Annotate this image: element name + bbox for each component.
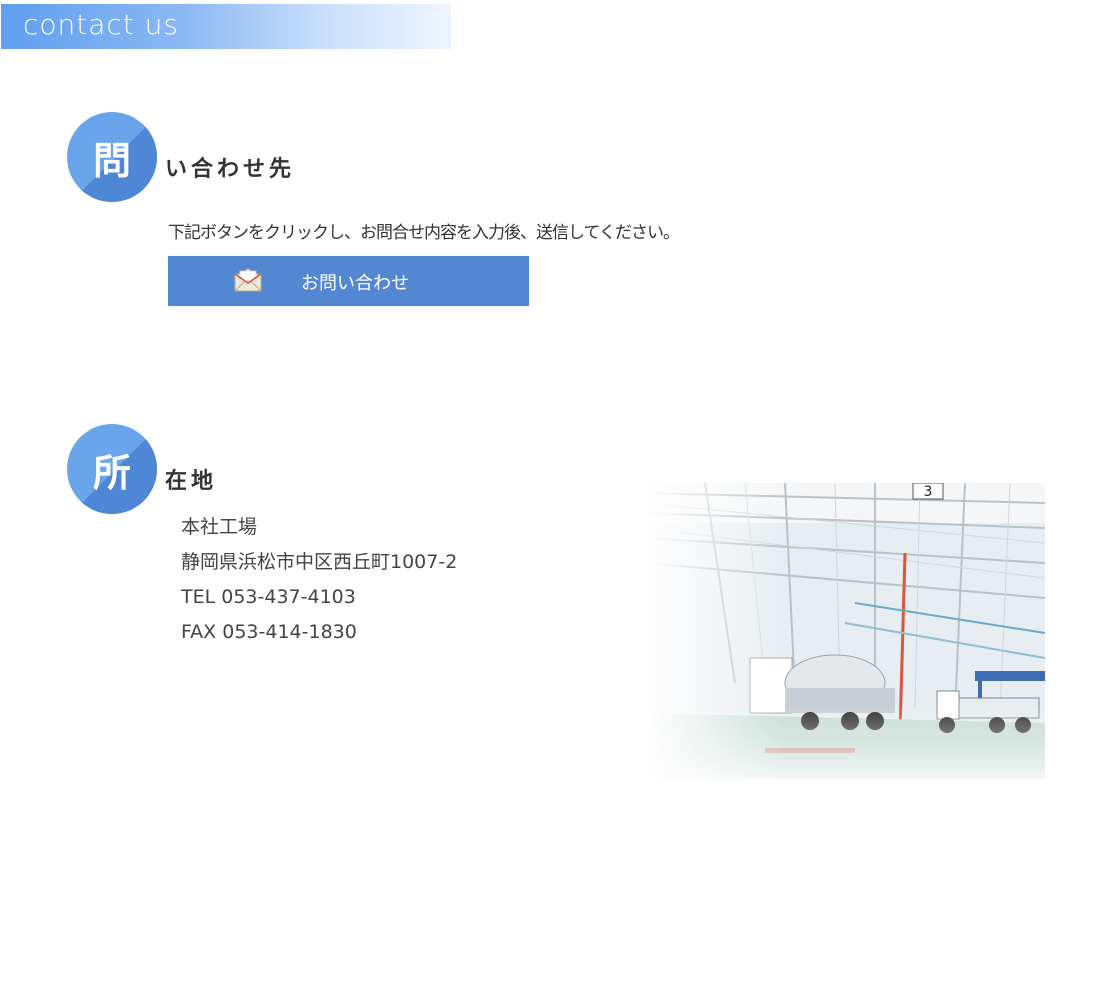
inquiry-instruction: 下記ボタンをクリックし、お問合せ内容を入力後、送信してください。 xyxy=(168,223,680,243)
envelope-icon xyxy=(234,268,262,292)
location-circle-icon: 所 xyxy=(67,424,157,514)
inquiry-icon-char: 問 xyxy=(92,138,131,183)
location-section-title: 在地 xyxy=(165,469,218,494)
inquiry-circle-icon: 問 xyxy=(67,112,157,202)
inquiry-section-title: い合わせ先 xyxy=(165,157,296,182)
contact-button-label: お問い合わせ xyxy=(301,273,409,294)
contact-button[interactable]: お問い合わせ xyxy=(168,256,529,306)
address-fax: FAX 053-414-1830 xyxy=(181,621,357,643)
address-street: 静岡県浜松市中区西丘町1007-2 xyxy=(181,551,458,573)
factory-photo: 3 xyxy=(645,483,1045,779)
header-title: contact us xyxy=(23,8,180,41)
address-tel: TEL 053-437-4103 xyxy=(181,586,356,608)
address-company: 本社工場 xyxy=(181,516,258,538)
location-icon-char: 所 xyxy=(92,450,131,495)
header-banner: contact us xyxy=(1,4,451,49)
address-block: 本社工場 静岡県浜松市中区西丘町1007-2 TEL 053-437-4103 … xyxy=(181,512,457,652)
